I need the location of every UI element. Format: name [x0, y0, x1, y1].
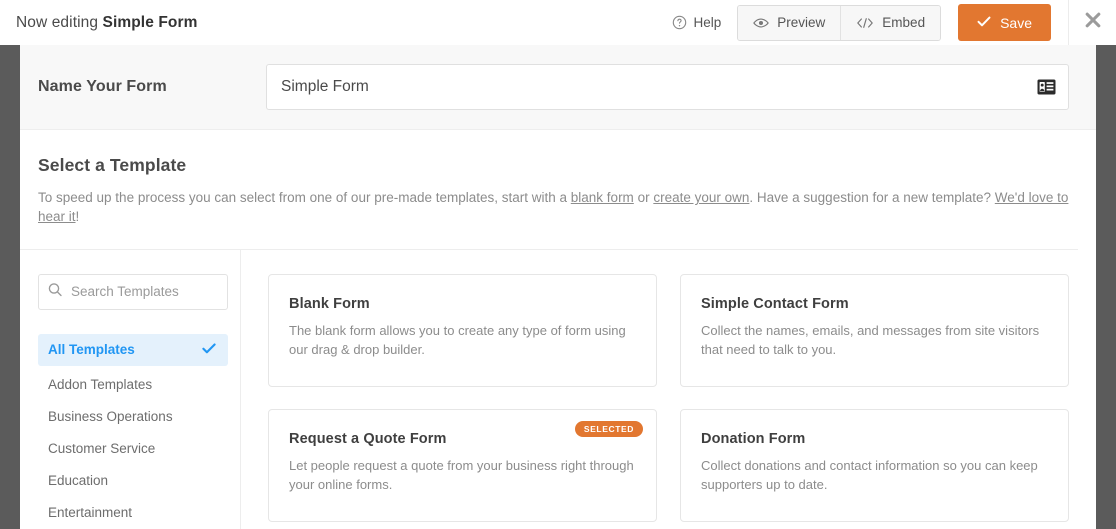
category-label: Customer Service — [48, 440, 156, 456]
sidebar-item-customer-service[interactable]: Customer Service — [38, 432, 228, 464]
sidebar-item-addon-templates[interactable]: Addon Templates — [38, 368, 228, 400]
select-template-section: Select a Template To speed up the proces… — [20, 130, 1096, 529]
embed-label: Embed — [882, 15, 926, 30]
template-card-description: The blank form allows you to create any … — [289, 322, 626, 357]
description-text-3: . Have a suggestion for a new template? — [749, 190, 995, 205]
page-title: Now editing Simple Form — [16, 14, 198, 32]
builder-content-panel: Name Your Form Select a — [20, 45, 1096, 529]
description-text-4: ! — [75, 208, 80, 224]
select-template-description: To speed up the process you can select f… — [38, 189, 1096, 227]
template-browser: All Templates Addon Templates — [38, 249, 1096, 529]
template-card-request-a-quote-form[interactable]: SELECTED Request a Quote Form Let people… — [268, 408, 657, 522]
create-your-own-link[interactable]: create your own — [653, 190, 749, 205]
category-label: Addon Templates — [48, 376, 153, 392]
preview-embed-button-group: Preview Embed — [737, 4, 942, 41]
close-button[interactable] — [1069, 0, 1116, 45]
template-card-description: Collect donations and contact informatio… — [701, 457, 1038, 492]
form-name-input[interactable] — [266, 64, 1069, 110]
template-card-title: Simple Contact Form — [701, 295, 849, 312]
left-frame-rail — [0, 45, 20, 529]
status-badge: SELECTED — [574, 420, 643, 438]
form-builder-setup-screen: Now editing Simple Form Help Preview Emb… — [0, 0, 1116, 529]
check-icon — [977, 16, 991, 29]
right-frame-rail — [1096, 45, 1116, 529]
description-text-2: or — [633, 190, 654, 205]
help-button[interactable]: Help — [672, 15, 722, 30]
template-category-list: All Templates Addon Templates Business O… — [38, 333, 228, 529]
template-card-blank-form[interactable]: Blank Form The blank form allows you to … — [268, 273, 657, 387]
category-label: Business Operations — [48, 408, 173, 424]
template-card-description: Collect the names, emails, and messages … — [701, 322, 1040, 357]
sidebar-item-entertainment[interactable]: Entertainment — [38, 496, 228, 528]
select-template-heading: Select a Template — [38, 155, 187, 175]
embed-button[interactable]: Embed — [840, 5, 941, 40]
sidebar-item-education[interactable]: Education — [38, 464, 228, 496]
eye-icon — [753, 17, 770, 29]
save-button[interactable]: Save — [958, 4, 1051, 41]
preview-button[interactable]: Preview — [738, 5, 841, 40]
template-category-sidebar: All Templates Addon Templates — [38, 249, 241, 529]
sidebar-item-business-operations[interactable]: Business Operations — [38, 400, 228, 432]
template-card-simple-contact-form[interactable]: Simple Contact Form Collect the names, e… — [680, 273, 1069, 387]
preview-label: Preview — [777, 15, 826, 30]
sidebar-item-all-templates[interactable]: All Templates — [38, 333, 228, 366]
category-label: All Templates — [48, 342, 135, 358]
search-icon — [48, 282, 62, 301]
editing-prefix-label: Now editing — [16, 13, 99, 31]
template-card-donation-form[interactable]: Donation Form Collect donations and cont… — [680, 408, 1069, 522]
save-label: Save — [1000, 14, 1032, 31]
form-name-input-wrap — [266, 64, 1069, 110]
help-label: Help — [693, 15, 722, 30]
name-your-form-label: Name Your Form — [38, 78, 167, 95]
template-grid-wrap: Blank Form The blank form allows you to … — [241, 250, 1096, 529]
editing-form-name: Simple Form — [102, 13, 198, 31]
template-grid: Blank Form The blank form allows you to … — [268, 273, 1069, 522]
search-templates-wrap — [38, 273, 228, 310]
blank-form-link[interactable]: blank form — [571, 190, 634, 205]
template-card-title: Blank Form — [289, 295, 370, 312]
search-templates-input[interactable] — [38, 273, 228, 310]
question-circle-icon — [672, 15, 687, 30]
category-label: Education — [48, 472, 109, 488]
name-your-form-section: Name Your Form — [20, 45, 1096, 130]
close-icon — [1083, 10, 1103, 35]
top-toolbar: Now editing Simple Form Help Preview Emb… — [0, 0, 1116, 45]
template-card-title: Donation Form — [701, 430, 806, 447]
template-card-description: Let people request a quote from your bus… — [289, 457, 634, 492]
code-icon — [856, 17, 874, 29]
description-text-1: To speed up the process you can select f… — [38, 190, 571, 205]
category-label: Entertainment — [48, 504, 133, 520]
contact-card-icon[interactable] — [1037, 79, 1056, 95]
toolbar-actions: Help Preview Embed Save — [672, 0, 1116, 45]
check-icon — [202, 343, 216, 356]
